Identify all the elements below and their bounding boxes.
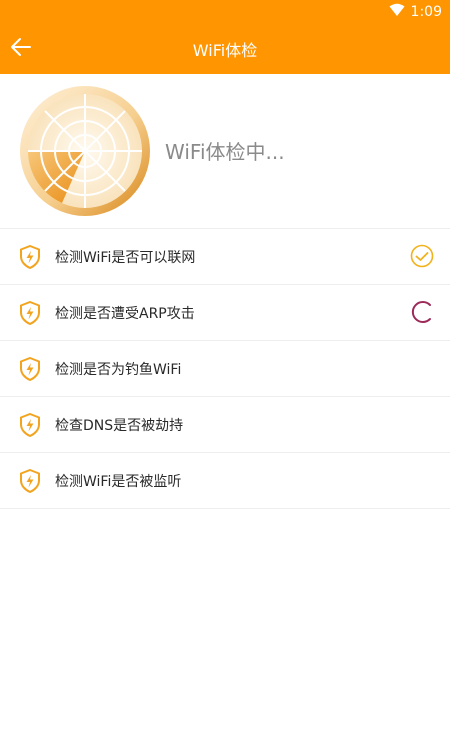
list-item: 检测WiFi是否可以联网 [0,229,450,285]
shield-icon [18,468,42,494]
scan-status-text: WiFi体检中... [165,140,285,164]
status-bar: 1:09 [0,0,450,24]
shield-icon [18,356,42,382]
check-label: 检测WiFi是否可以联网 [55,249,196,266]
list-item: 检测是否遭受ARP攻击 [0,285,450,341]
page-title: WiFi体检 [192,41,258,60]
app-bar: WiFi体检 [0,24,450,74]
shield-icon [18,412,42,438]
shield-icon [18,300,42,326]
list-item: 检测WiFi是否被监听 [0,453,450,509]
check-label: 检查DNS是否被劫持 [55,417,184,434]
shield-icon [18,244,42,270]
check-label: 检测WiFi是否被监听 [55,473,182,490]
scan-panel: WiFi体检中... [0,74,450,229]
status-right: 1:09 [389,0,442,24]
radar-icon [20,86,150,216]
checkmark-icon [410,244,434,268]
loading-spinner-icon [410,300,434,324]
check-list: 检测WiFi是否可以联网 检测是否遭受ARP攻击 检测是否为钓鱼WiFi 检查D… [0,229,450,509]
check-label: 检测是否为钓鱼WiFi [55,361,182,378]
list-item: 检查DNS是否被劫持 [0,397,450,453]
status-time: 1:09 [410,4,442,20]
list-item: 检测是否为钓鱼WiFi [0,341,450,397]
check-label: 检测是否遭受ARP攻击 [55,305,195,322]
wifi-icon [389,3,405,21]
